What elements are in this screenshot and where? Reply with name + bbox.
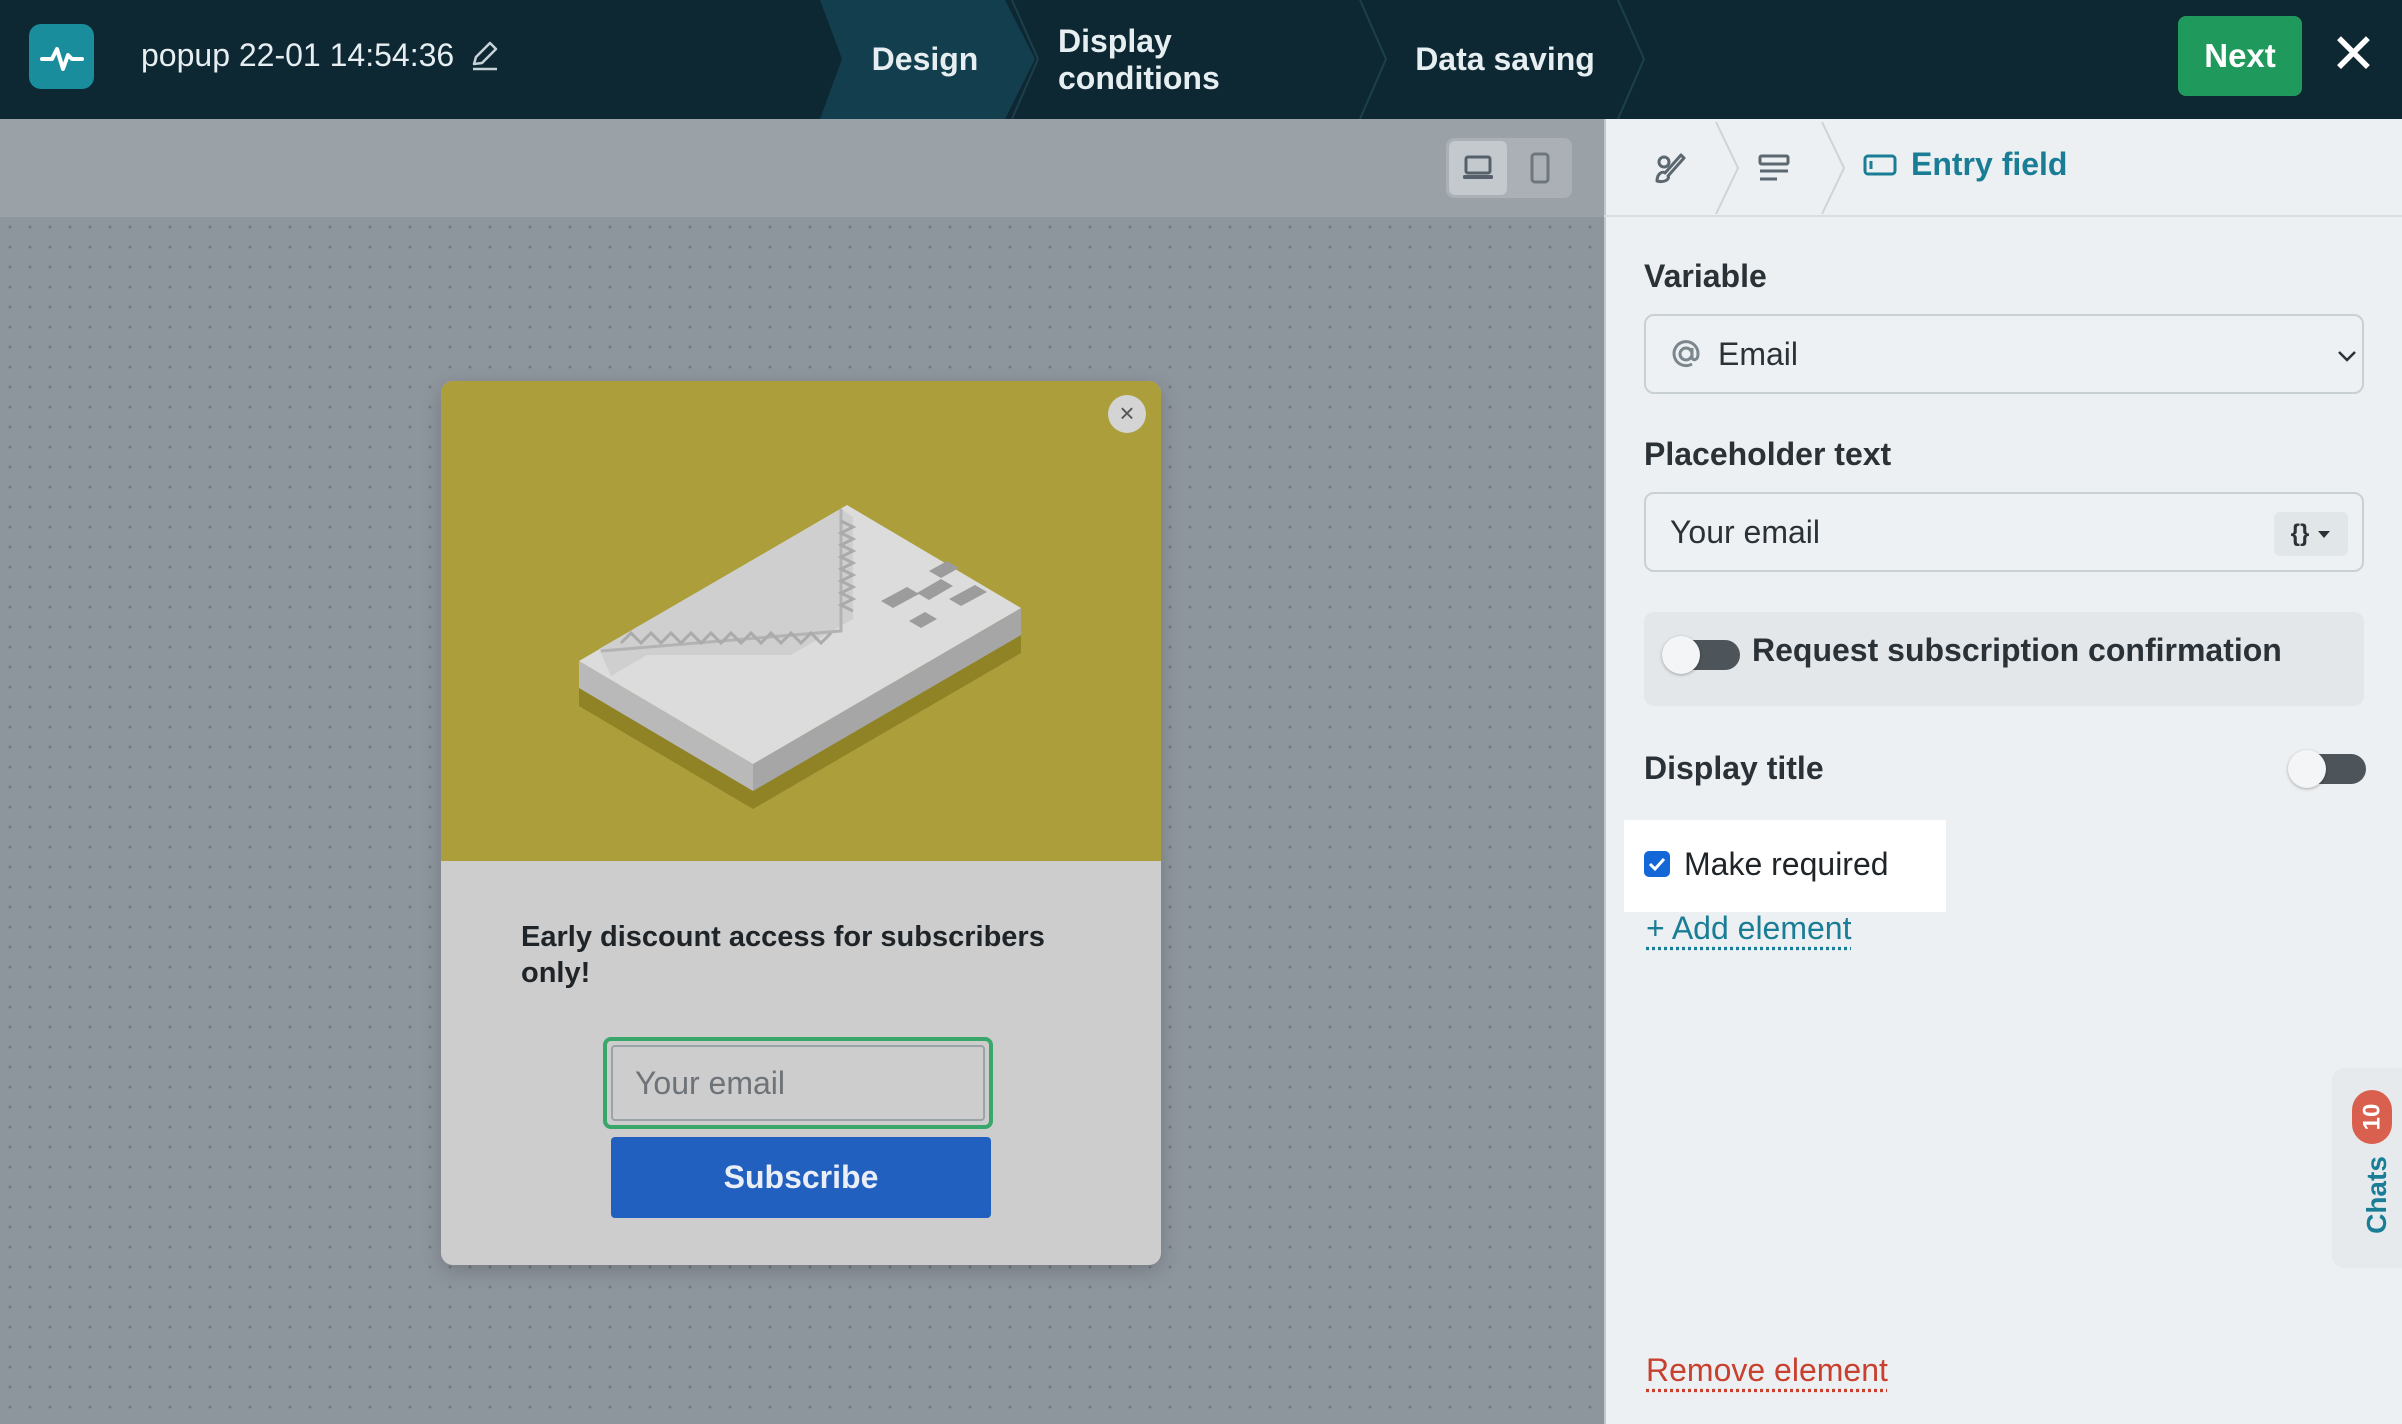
add-element-link[interactable]: + Add element [1646,910,1851,947]
subscribe-button[interactable]: Subscribe [611,1137,991,1218]
make-required-label[interactable]: Make required [1684,846,1889,883]
chats-count: 10 [2357,1103,2385,1131]
placeholder-value: Your email [1670,513,1821,550]
popup-email-placeholder: Your email [611,1045,985,1121]
popup-close-icon[interactable]: × [1108,395,1146,433]
display-title-toggle[interactable] [2288,750,2366,788]
breadcrumb-active-label: Entry field [1911,146,2068,182]
checkmark-icon [1648,857,1666,872]
form-fields-icon[interactable] [1752,146,1796,190]
step-separator [1011,0,1040,119]
at-sign-icon [1672,340,1700,368]
breadcrumb-separator [1821,122,1846,214]
popup-headline[interactable]: Early discount access for subscribers on… [521,919,1121,991]
placeholder-label: Placeholder text [1644,436,1892,472]
variable-braces-icon: {} [2290,520,2310,547]
remove-element-link[interactable]: Remove element [1646,1352,1888,1389]
variable-value: Email [1718,335,1799,372]
step-separator [1359,0,1388,119]
step-display-conditions[interactable]: Display conditions [1058,0,1338,119]
popup-preview[interactable]: × Early discount access for subscribers … [441,381,1161,1265]
breadcrumb-separator [1715,122,1740,214]
insert-variable-button[interactable]: {} [2274,512,2348,556]
make-required-checkbox[interactable] [1644,851,1670,877]
close-icon[interactable]: ✕ [2330,26,2377,82]
subscription-confirmation-toggle[interactable] [1662,636,1740,674]
popup-title: popup 22-01 14:54:36 [141,37,455,73]
brush-icon[interactable] [1648,146,1692,190]
step-separator [1617,0,1646,119]
breadcrumb-entry-field: Entry field [1863,146,2067,183]
popup-email-input[interactable]: Your email [603,1037,993,1129]
subscription-confirmation-label: Request subscription confirmation [1752,632,2282,668]
desktop-icon[interactable] [1449,141,1507,195]
variable-label: Variable [1644,258,1767,294]
display-title-label: Display title [1644,750,1824,786]
step-data-saving[interactable]: Data saving [1408,0,1602,119]
next-button[interactable]: Next [2178,16,2302,96]
canvas-toolbar [0,119,1604,217]
variable-select[interactable]: Email [1644,314,2364,394]
pencil-edit-icon[interactable] [468,38,502,72]
chats-label[interactable]: Chats [2361,1140,2392,1250]
chevron-down-icon [2338,351,2356,362]
mobile-icon[interactable] [1511,141,1569,195]
step-design[interactable]: Design [860,0,990,119]
envelope-illustration [441,381,1161,861]
app-logo-icon[interactable] [29,24,94,89]
chats-count-badge: 10 [2352,1090,2392,1144]
placeholder-text-input[interactable]: Your email {} [1644,492,2364,572]
caret-down-icon [2318,531,2331,538]
entry-field-icon [1863,154,1897,175]
